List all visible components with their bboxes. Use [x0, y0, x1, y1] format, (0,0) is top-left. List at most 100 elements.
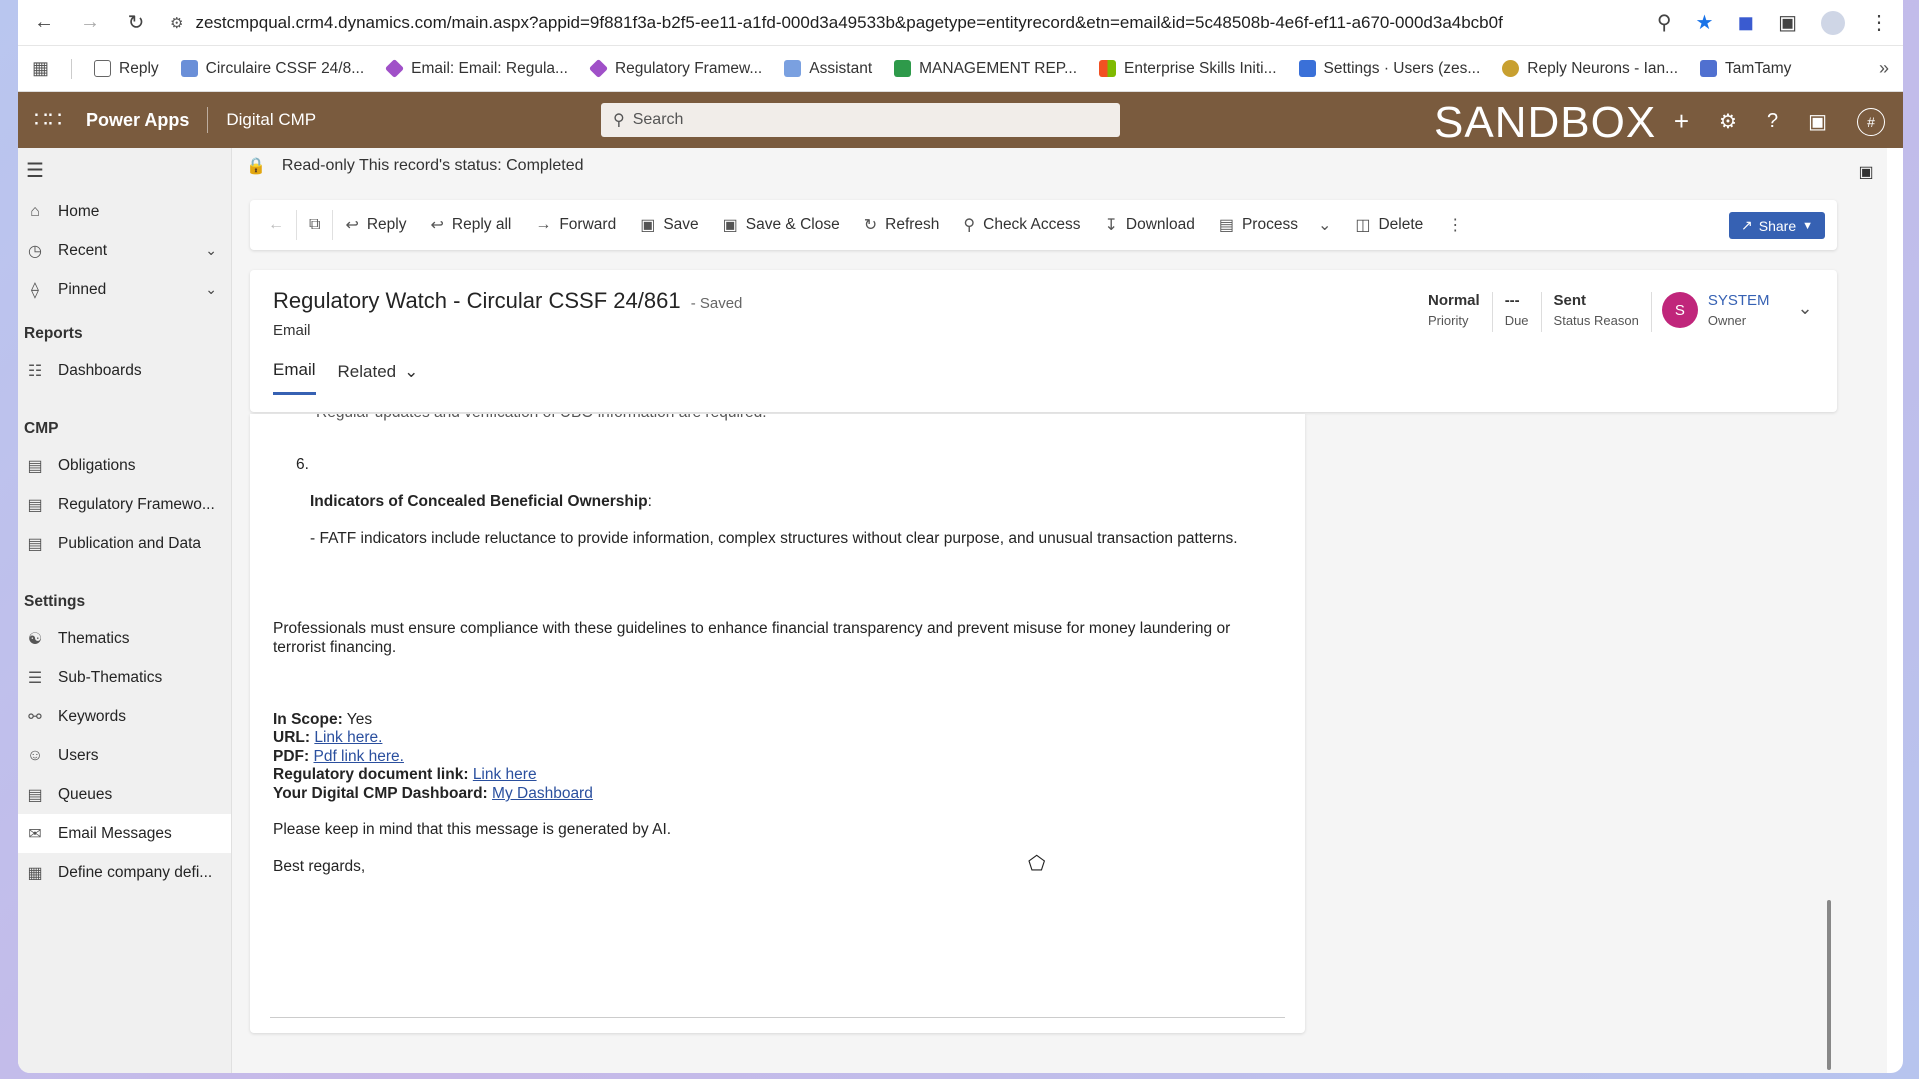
forward-button[interactable]: → Forward: [523, 208, 628, 242]
open-in-new-window-button[interactable]: ⧉: [297, 208, 332, 242]
dashboard-link[interactable]: My Dashboard: [492, 785, 593, 802]
user-hash-icon[interactable]: #: [1857, 107, 1885, 136]
pdf-label: PDF:: [273, 748, 310, 765]
check-access-button[interactable]: ⚲ Check Access: [951, 208, 1092, 242]
url-text[interactable]: zestcmpqual.crm4.dynamics.com/main.aspx?…: [195, 13, 1502, 33]
nav-item-publication[interactable]: ▤ Publication and Data: [18, 524, 231, 563]
nav-item-keywords[interactable]: ⚯ Keywords: [18, 697, 231, 736]
nav-item-define-company[interactable]: ▦ Define company defi...: [18, 853, 231, 892]
document-icon: ▤: [27, 496, 43, 514]
chevron-down-icon[interactable]: ⌄: [205, 242, 217, 259]
nav-item-obligations[interactable]: ▤ Obligations: [18, 446, 231, 485]
nav-item-home[interactable]: ⌂ Home: [18, 192, 231, 231]
bookmark-item[interactable]: Reply Neurons - Ian...: [1502, 60, 1678, 78]
nav-item-users[interactable]: ☺ Users: [18, 736, 231, 775]
profile-avatar-icon[interactable]: [1821, 10, 1845, 35]
process-button[interactable]: ▤ Process ⌄: [1207, 208, 1344, 242]
new-plus-icon[interactable]: +: [1674, 106, 1689, 137]
delete-label: Delete: [1378, 216, 1424, 233]
copilot-icon[interactable]: ▣: [1858, 162, 1873, 1073]
bookmark-star-icon[interactable]: ★: [1696, 10, 1714, 35]
search-input[interactable]: ⚲ Search: [601, 103, 1120, 137]
help-icon[interactable]: ?: [1767, 110, 1778, 133]
assistant-icon[interactable]: ▣: [1808, 109, 1827, 134]
magnifier-icon: ⚲: [963, 217, 976, 234]
forward-icon[interactable]: →: [78, 11, 102, 35]
nav-item-dashboards[interactable]: ☷ Dashboards: [18, 351, 231, 390]
back-button[interactable]: ←: [256, 208, 296, 242]
nav-item-email-messages[interactable]: ✉ Email Messages: [18, 814, 231, 853]
app-launcher-icon[interactable]: ∷∷: [34, 107, 62, 133]
paragraph-line: terrorist financing.: [273, 639, 397, 656]
bookmark-favicon-icon: [784, 60, 802, 77]
extensions-icon[interactable]: ▣: [1778, 10, 1797, 35]
pdf-link[interactable]: Pdf link here.: [313, 748, 403, 765]
nav-item-sub-thematics[interactable]: ☰ Sub-Thematics: [18, 658, 231, 697]
more-commands-button[interactable]: ⋮: [1435, 208, 1475, 242]
nav-label: Email Messages: [58, 824, 172, 842]
bookmark-item[interactable]: Enterprise Skills Initi...: [1099, 60, 1277, 78]
nav-item-regulatory-framework[interactable]: ▤ Regulatory Framewo...: [18, 485, 231, 524]
priority-field[interactable]: Normal Priority: [1416, 292, 1493, 332]
saved-status: - Saved: [690, 295, 743, 312]
expand-header-chevron-icon[interactable]: ⌄: [1798, 298, 1813, 319]
refresh-icon: ↻: [863, 217, 878, 234]
zoom-icon[interactable]: ⚲: [1657, 10, 1672, 35]
bookmark-label: Circulaire CSSF 24/8...: [205, 59, 365, 77]
bookmark-favicon-icon: [180, 60, 198, 77]
apps-grid-icon[interactable]: ▦: [32, 58, 49, 79]
bookmark-item[interactable]: Assistant: [784, 60, 872, 78]
environment-name[interactable]: Digital CMP: [226, 110, 316, 130]
app-name[interactable]: Power Apps: [86, 110, 189, 131]
nav-item-queues[interactable]: ▤ Queues: [18, 775, 231, 814]
bookmark-item[interactable]: Regulatory Framew...: [588, 58, 762, 79]
scrollbar[interactable]: [1827, 900, 1831, 1070]
save-button[interactable]: ▣ Save: [628, 208, 710, 242]
in-scope-value: Yes: [342, 711, 373, 728]
popout-icon: ⧉: [309, 216, 321, 233]
status-reason-field[interactable]: Sent Status Reason: [1542, 292, 1652, 332]
site-info-icon[interactable]: ⚙: [170, 14, 183, 32]
record-header: Regulatory Watch - Circular CSSF 24/861 …: [250, 270, 1837, 412]
bookmark-item[interactable]: Circulaire CSSF 24/8...: [180, 59, 365, 78]
refresh-button[interactable]: ↻ Refresh: [852, 208, 952, 242]
nav-item-recent[interactable]: ◷ Recent ⌄: [18, 231, 231, 270]
lock-icon: 🔒: [246, 158, 266, 175]
pin-icon: ⟠: [31, 281, 39, 299]
browser-menu-icon[interactable]: ⋮: [1869, 10, 1889, 35]
owner-value[interactable]: SYSTEM: [1708, 292, 1770, 309]
bookmark-item[interactable]: TamTamy: [1700, 60, 1791, 78]
delete-button[interactable]: ◫ Delete: [1343, 208, 1435, 242]
tag-icon: ⚯: [28, 708, 42, 726]
owner-field[interactable]: S SYSTEM Owner: [1661, 292, 1770, 328]
reload-icon[interactable]: ↻: [124, 11, 148, 35]
back-icon[interactable]: ←: [32, 11, 56, 35]
bookmark-item[interactable]: Settings · Users (zes...: [1298, 60, 1480, 78]
extension-shield-icon[interactable]: ◼: [1737, 10, 1754, 35]
chevron-down-icon[interactable]: ⌄: [205, 281, 217, 298]
side-pane-rail: ▣: [1845, 148, 1887, 1073]
bookmark-item[interactable]: MANAGEMENT REP...: [894, 60, 1077, 78]
url-link[interactable]: Link here.: [314, 729, 382, 746]
save-close-button[interactable]: ▣ Save & Close: [711, 208, 852, 242]
bookmark-item[interactable]: Reply: [94, 60, 159, 78]
chevron-down-icon: ⌄: [404, 361, 419, 381]
regulatory-doc-link[interactable]: Link here: [473, 766, 537, 783]
nav-item-thematics[interactable]: ☯ Thematics: [18, 619, 231, 658]
tab-email[interactable]: Email: [273, 360, 316, 395]
reply-button[interactable]: ↩ Reply: [333, 208, 418, 242]
tab-related[interactable]: Related ⌄: [338, 360, 419, 395]
download-button[interactable]: ↧ Download: [1092, 208, 1206, 242]
hamburger-menu-icon[interactable]: ☰: [18, 148, 231, 192]
share-button[interactable]: ↗ Share ▼: [1729, 212, 1825, 239]
address-bar[interactable]: ⚙ zestcmpqual.crm4.dynamics.com/main.asp…: [170, 6, 1635, 40]
hierarchy-icon: ☯: [27, 630, 43, 648]
settings-gear-icon[interactable]: ⚙: [1719, 109, 1737, 134]
due-field[interactable]: --- Due: [1493, 292, 1542, 332]
bookmark-item[interactable]: Email: Email: Regula...: [385, 58, 568, 79]
save-close-icon: ▣: [722, 217, 738, 234]
chevron-down-icon: ▼: [1802, 219, 1813, 232]
reply-all-button[interactable]: ↩ Reply all: [418, 208, 523, 242]
nav-item-pinned[interactable]: ⟠ Pinned ⌄: [18, 270, 231, 309]
more-bookmarks-icon[interactable]: »: [1879, 58, 1889, 79]
